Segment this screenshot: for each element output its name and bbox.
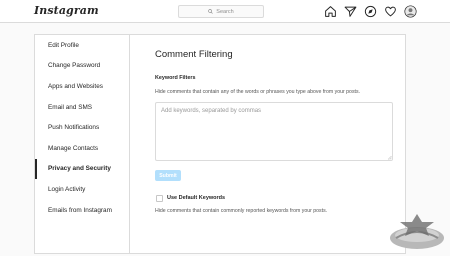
search-box[interactable]: Search (178, 5, 264, 18)
sidebar-item-email-and-sms[interactable]: Email and SMS (35, 98, 130, 118)
direct-message-icon[interactable] (344, 5, 357, 18)
watermark-logo (390, 214, 444, 249)
settings-sidebar: Edit Profile Change Password Apps and We… (35, 35, 130, 253)
sidebar-item-change-password[interactable]: Change Password (35, 56, 130, 76)
sidebar-item-login-activity[interactable]: Login Activity (35, 180, 130, 200)
page-title: Comment Filtering (155, 49, 233, 60)
nav-icon-group (324, 5, 417, 18)
use-default-keywords-label[interactable]: Use Default Keywords (167, 195, 225, 201)
sidebar-item-apps-and-websites[interactable]: Apps and Websites (35, 77, 130, 97)
sidebar-item-emails-from-instagram[interactable]: Emails from Instagram (35, 201, 130, 221)
submit-button[interactable]: Submit (155, 170, 181, 181)
use-default-keywords-checkbox[interactable] (156, 195, 163, 202)
resize-grip-icon[interactable] (387, 155, 392, 160)
keyword-filters-label: Keyword Filters (155, 75, 196, 81)
keyword-filters-description: Hide comments that contain any of the wo… (155, 89, 361, 95)
keywords-input[interactable] (155, 102, 393, 161)
instagram-logo[interactable]: Instagram (34, 4, 99, 17)
search-icon (208, 9, 214, 14)
sidebar-item-edit-profile[interactable]: Edit Profile (35, 36, 130, 56)
sidebar-item-push-notifications[interactable]: Push Notifications (35, 118, 130, 138)
settings-panel: Edit Profile Change Password Apps and We… (34, 34, 406, 254)
explore-icon[interactable] (364, 5, 377, 18)
activity-heart-icon[interactable] (384, 5, 397, 18)
default-keywords-description: Hide comments that contain commonly repo… (155, 208, 328, 214)
comment-filtering-content: Comment Filtering Keyword Filters Hide c… (155, 35, 395, 253)
profile-avatar-icon[interactable] (404, 5, 417, 18)
sidebar-item-manage-contacts[interactable]: Manage Contacts (35, 139, 130, 159)
home-icon[interactable] (324, 5, 337, 18)
sidebar-item-privacy-and-security[interactable]: Privacy and Security (35, 159, 130, 179)
search-placeholder: Search (216, 8, 234, 15)
top-navigation-bar: Instagram Search (0, 0, 450, 23)
